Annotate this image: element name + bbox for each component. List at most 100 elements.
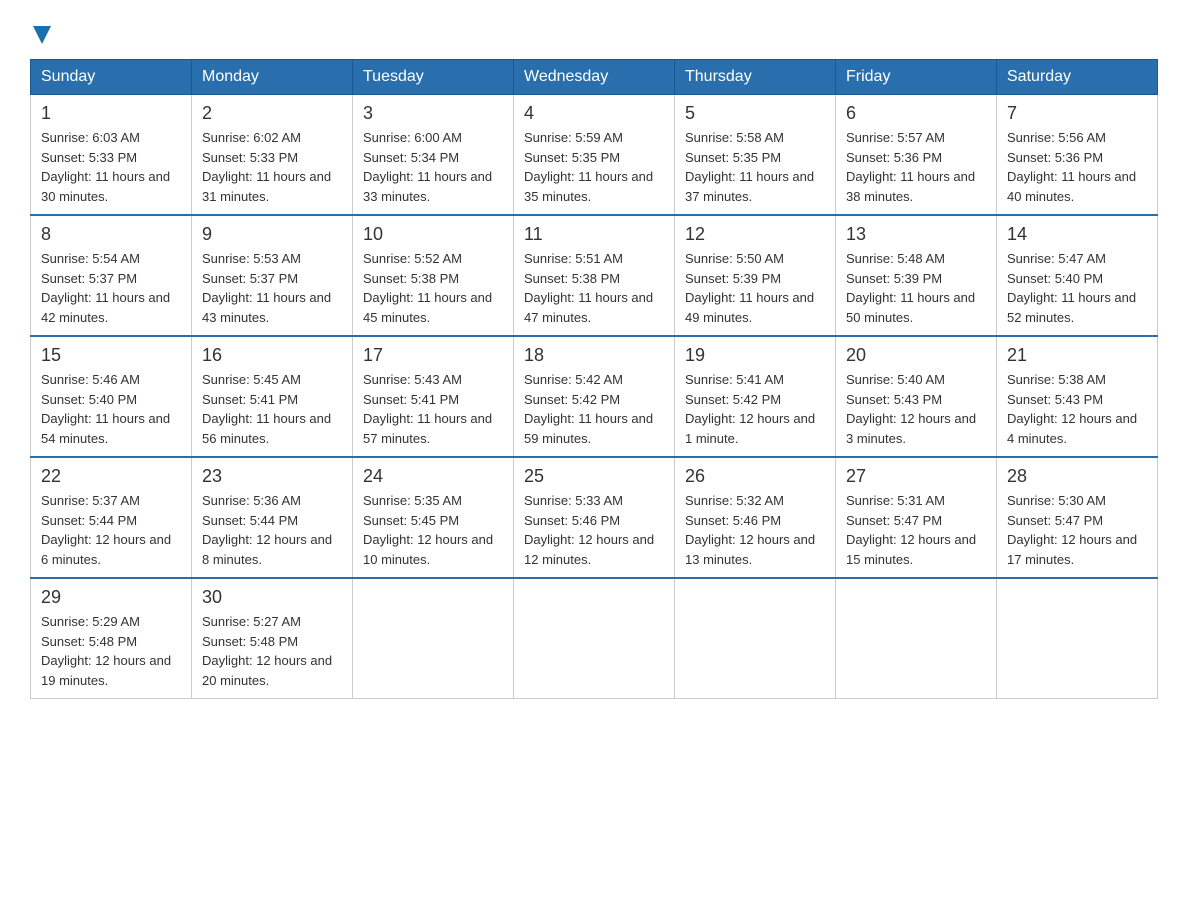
calendar-day-cell: 17 Sunrise: 5:43 AM Sunset: 5:41 PM Dayl… <box>353 336 514 457</box>
daylight-label: Daylight: 11 hours and 43 minutes. <box>202 290 331 325</box>
calendar-week-row: 15 Sunrise: 5:46 AM Sunset: 5:40 PM Dayl… <box>31 336 1158 457</box>
sunrise-label: Sunrise: 5:37 AM <box>41 493 140 508</box>
calendar-week-row: 29 Sunrise: 5:29 AM Sunset: 5:48 PM Dayl… <box>31 578 1158 699</box>
sunset-label: Sunset: 5:37 PM <box>41 271 137 286</box>
sunset-label: Sunset: 5:33 PM <box>202 150 298 165</box>
calendar-day-cell: 15 Sunrise: 5:46 AM Sunset: 5:40 PM Dayl… <box>31 336 192 457</box>
day-info: Sunrise: 5:37 AM Sunset: 5:44 PM Dayligh… <box>41 491 181 569</box>
day-info: Sunrise: 5:35 AM Sunset: 5:45 PM Dayligh… <box>363 491 503 569</box>
day-number: 27 <box>846 466 986 487</box>
sunset-label: Sunset: 5:41 PM <box>202 392 298 407</box>
day-info: Sunrise: 5:57 AM Sunset: 5:36 PM Dayligh… <box>846 128 986 206</box>
daylight-label: Daylight: 11 hours and 50 minutes. <box>846 290 975 325</box>
day-number: 18 <box>524 345 664 366</box>
day-number: 4 <box>524 103 664 124</box>
daylight-label: Daylight: 12 hours and 20 minutes. <box>202 653 332 688</box>
daylight-label: Daylight: 11 hours and 35 minutes. <box>524 169 653 204</box>
day-info: Sunrise: 5:45 AM Sunset: 5:41 PM Dayligh… <box>202 370 342 448</box>
day-number: 15 <box>41 345 181 366</box>
day-info: Sunrise: 5:48 AM Sunset: 5:39 PM Dayligh… <box>846 249 986 327</box>
sunrise-label: Sunrise: 5:56 AM <box>1007 130 1106 145</box>
day-info: Sunrise: 5:54 AM Sunset: 5:37 PM Dayligh… <box>41 249 181 327</box>
day-number: 3 <box>363 103 503 124</box>
day-number: 2 <box>202 103 342 124</box>
sunrise-label: Sunrise: 5:38 AM <box>1007 372 1106 387</box>
day-number: 1 <box>41 103 181 124</box>
calendar-day-cell: 5 Sunrise: 5:58 AM Sunset: 5:35 PM Dayli… <box>675 95 836 216</box>
day-info: Sunrise: 5:40 AM Sunset: 5:43 PM Dayligh… <box>846 370 986 448</box>
sunset-label: Sunset: 5:43 PM <box>1007 392 1103 407</box>
sunrise-label: Sunrise: 5:47 AM <box>1007 251 1106 266</box>
day-number: 20 <box>846 345 986 366</box>
calendar-day-cell: 14 Sunrise: 5:47 AM Sunset: 5:40 PM Dayl… <box>997 215 1158 336</box>
daylight-label: Daylight: 11 hours and 31 minutes. <box>202 169 331 204</box>
sunrise-label: Sunrise: 5:45 AM <box>202 372 301 387</box>
day-info: Sunrise: 5:56 AM Sunset: 5:36 PM Dayligh… <box>1007 128 1147 206</box>
day-number: 9 <box>202 224 342 245</box>
day-number: 11 <box>524 224 664 245</box>
day-info: Sunrise: 6:00 AM Sunset: 5:34 PM Dayligh… <box>363 128 503 206</box>
calendar-week-row: 1 Sunrise: 6:03 AM Sunset: 5:33 PM Dayli… <box>31 95 1158 216</box>
day-info: Sunrise: 5:36 AM Sunset: 5:44 PM Dayligh… <box>202 491 342 569</box>
column-header-saturday: Saturday <box>997 60 1158 95</box>
column-header-wednesday: Wednesday <box>514 60 675 95</box>
daylight-label: Daylight: 12 hours and 17 minutes. <box>1007 532 1137 567</box>
calendar-day-cell: 3 Sunrise: 6:00 AM Sunset: 5:34 PM Dayli… <box>353 95 514 216</box>
sunset-label: Sunset: 5:42 PM <box>685 392 781 407</box>
daylight-label: Daylight: 12 hours and 12 minutes. <box>524 532 654 567</box>
day-info: Sunrise: 5:38 AM Sunset: 5:43 PM Dayligh… <box>1007 370 1147 448</box>
sunrise-label: Sunrise: 5:43 AM <box>363 372 462 387</box>
calendar-day-cell <box>836 578 997 699</box>
sunrise-label: Sunrise: 5:29 AM <box>41 614 140 629</box>
day-number: 30 <box>202 587 342 608</box>
calendar-day-cell <box>353 578 514 699</box>
day-number: 14 <box>1007 224 1147 245</box>
calendar-day-cell: 4 Sunrise: 5:59 AM Sunset: 5:35 PM Dayli… <box>514 95 675 216</box>
daylight-label: Daylight: 12 hours and 3 minutes. <box>846 411 976 446</box>
daylight-label: Daylight: 11 hours and 52 minutes. <box>1007 290 1136 325</box>
sunrise-label: Sunrise: 5:33 AM <box>524 493 623 508</box>
daylight-label: Daylight: 11 hours and 57 minutes. <box>363 411 492 446</box>
calendar-day-cell: 29 Sunrise: 5:29 AM Sunset: 5:48 PM Dayl… <box>31 578 192 699</box>
sunrise-label: Sunrise: 5:57 AM <box>846 130 945 145</box>
calendar-day-cell: 13 Sunrise: 5:48 AM Sunset: 5:39 PM Dayl… <box>836 215 997 336</box>
sunrise-label: Sunrise: 5:27 AM <box>202 614 301 629</box>
daylight-label: Daylight: 11 hours and 30 minutes. <box>41 169 170 204</box>
day-info: Sunrise: 5:53 AM Sunset: 5:37 PM Dayligh… <box>202 249 342 327</box>
sunset-label: Sunset: 5:46 PM <box>524 513 620 528</box>
daylight-label: Daylight: 12 hours and 1 minute. <box>685 411 815 446</box>
daylight-label: Daylight: 11 hours and 49 minutes. <box>685 290 814 325</box>
column-header-sunday: Sunday <box>31 60 192 95</box>
day-number: 5 <box>685 103 825 124</box>
sunset-label: Sunset: 5:46 PM <box>685 513 781 528</box>
day-info: Sunrise: 5:31 AM Sunset: 5:47 PM Dayligh… <box>846 491 986 569</box>
calendar-day-cell: 9 Sunrise: 5:53 AM Sunset: 5:37 PM Dayli… <box>192 215 353 336</box>
sunrise-label: Sunrise: 5:59 AM <box>524 130 623 145</box>
sunset-label: Sunset: 5:39 PM <box>846 271 942 286</box>
day-info: Sunrise: 5:47 AM Sunset: 5:40 PM Dayligh… <box>1007 249 1147 327</box>
day-number: 12 <box>685 224 825 245</box>
sunset-label: Sunset: 5:42 PM <box>524 392 620 407</box>
daylight-label: Daylight: 11 hours and 37 minutes. <box>685 169 814 204</box>
day-info: Sunrise: 5:30 AM Sunset: 5:47 PM Dayligh… <box>1007 491 1147 569</box>
calendar-day-cell: 7 Sunrise: 5:56 AM Sunset: 5:36 PM Dayli… <box>997 95 1158 216</box>
day-info: Sunrise: 5:43 AM Sunset: 5:41 PM Dayligh… <box>363 370 503 448</box>
calendar-day-cell: 20 Sunrise: 5:40 AM Sunset: 5:43 PM Dayl… <box>836 336 997 457</box>
sunset-label: Sunset: 5:40 PM <box>41 392 137 407</box>
daylight-label: Daylight: 11 hours and 59 minutes. <box>524 411 653 446</box>
calendar-day-cell: 25 Sunrise: 5:33 AM Sunset: 5:46 PM Dayl… <box>514 457 675 578</box>
calendar-day-cell <box>514 578 675 699</box>
calendar-day-cell: 27 Sunrise: 5:31 AM Sunset: 5:47 PM Dayl… <box>836 457 997 578</box>
sunrise-label: Sunrise: 6:03 AM <box>41 130 140 145</box>
sunset-label: Sunset: 5:43 PM <box>846 392 942 407</box>
sunset-label: Sunset: 5:41 PM <box>363 392 459 407</box>
sunset-label: Sunset: 5:39 PM <box>685 271 781 286</box>
daylight-label: Daylight: 11 hours and 47 minutes. <box>524 290 653 325</box>
day-number: 28 <box>1007 466 1147 487</box>
day-info: Sunrise: 6:02 AM Sunset: 5:33 PM Dayligh… <box>202 128 342 206</box>
day-number: 13 <box>846 224 986 245</box>
day-info: Sunrise: 5:42 AM Sunset: 5:42 PM Dayligh… <box>524 370 664 448</box>
sunrise-label: Sunrise: 5:46 AM <box>41 372 140 387</box>
sunset-label: Sunset: 5:34 PM <box>363 150 459 165</box>
sunrise-label: Sunrise: 5:48 AM <box>846 251 945 266</box>
